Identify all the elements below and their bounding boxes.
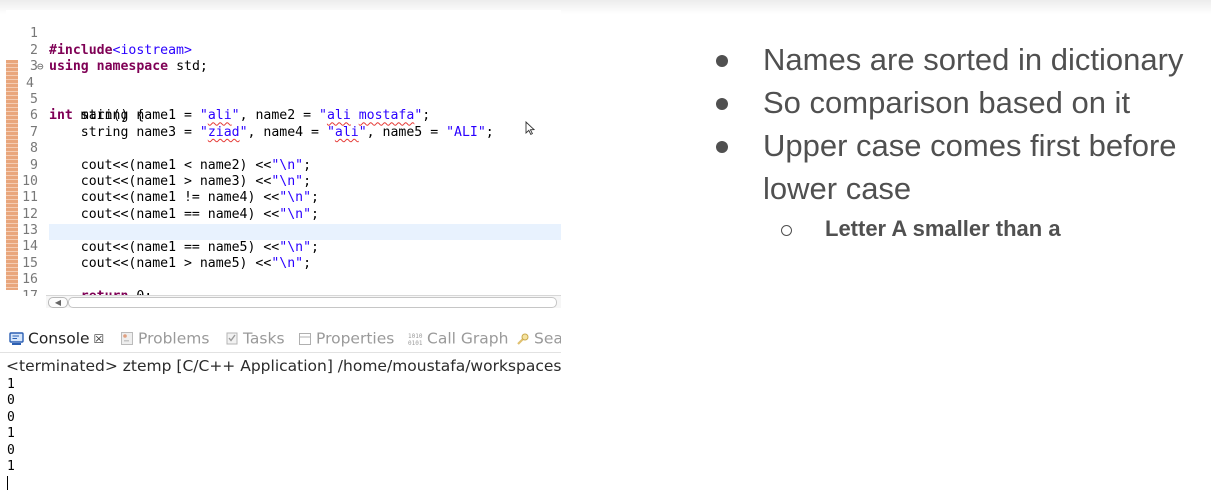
view-tab-bar: Console ☒ Problems Tasks Properties 1010 …: [0, 322, 561, 352]
code-line: 5 string name1 = "ali", name2 = "ali mos…: [6, 76, 561, 123]
output-line: 0: [7, 442, 15, 458]
svg-text:1010: 1010: [408, 333, 423, 340]
bullet-item: So comparison based on it: [700, 81, 1210, 124]
output-line: 0: [7, 393, 15, 409]
code-line: 11 cout<<(name1 == name4) <<"\n";: [6, 174, 561, 221]
tasks-icon: [226, 332, 238, 345]
tab-search[interactable]: Sea: [516, 327, 561, 349]
code-line: 16 return 0;: [6, 256, 561, 296]
properties-icon: [299, 332, 311, 345]
tab-label: Tasks: [243, 329, 285, 348]
code-line: 10 cout<<(name1 != name4) <<"\n";: [6, 158, 561, 205]
code-line: 15: [6, 239, 561, 271]
output-line: 1: [7, 458, 15, 474]
svg-text:0101: 0101: [408, 340, 423, 346]
tab-label: Problems: [138, 329, 210, 348]
tab-console[interactable]: Console ☒: [9, 327, 104, 349]
line-number: 17: [18, 289, 38, 296]
scrollbar-thumb[interactable]: [68, 297, 557, 308]
bullet-item: Names are sorted in dictionary: [700, 38, 1210, 81]
code-lines: 1 #include<iostream> 2 using namespace s…: [6, 10, 561, 296]
code-line: 7: [6, 108, 561, 140]
console-icon: [9, 331, 24, 345]
horizontal-scrollbar[interactable]: ◀: [46, 295, 561, 308]
tab-label: Properties: [316, 329, 395, 348]
bullet-ring-icon: [781, 225, 792, 236]
bullet-item: Upper case comes first before lower case: [700, 124, 1210, 210]
code-line: 8 cout<<(name1 < name2) <<"\n";: [6, 125, 561, 172]
tab-problems[interactable]: Problems: [120, 327, 209, 349]
code-line: 6 string name3 = "ziad", name4 = "ali", …: [6, 92, 561, 139]
console-output[interactable]: 1 0 0 1 0 1: [7, 377, 15, 475]
sub-bullet-item: Letter A smaller than a: [781, 212, 1210, 246]
close-icon[interactable]: ☒: [94, 332, 105, 346]
mouse-pointer-icon: [525, 121, 535, 135]
bullet-text: Upper case comes first before lower case: [763, 128, 1177, 206]
code-editor[interactable]: 1 #include<iostream> 2 using namespace s…: [6, 10, 561, 296]
code-line: 17 }: [6, 272, 561, 296]
bullet-dot-icon: [716, 141, 728, 153]
tab-label: Call Graph: [427, 329, 509, 348]
fold-collapse-icon[interactable]: ⊖: [37, 59, 44, 75]
slide-notes: Names are sorted in dictionary So compar…: [700, 38, 1210, 246]
tab-label: Sea: [534, 329, 561, 348]
output-line: 1: [7, 426, 15, 442]
code-line-current: 14 cout<<(name1 > name5) <<"\n";: [6, 223, 561, 270]
tab-call-graph[interactable]: 1010 0101 Call Graph: [408, 327, 508, 349]
code-line: 2 using namespace std;: [6, 26, 561, 74]
text-caret: [7, 476, 8, 490]
code-line: 12: [6, 190, 561, 222]
code-line: 13 cout<<(name1 == name5) <<"\n";: [6, 207, 561, 254]
problems-icon: [121, 332, 133, 345]
code-line: 9 cout<<(name1 > name3) <<"\n";: [6, 141, 561, 189]
tab-label: Console: [28, 329, 90, 348]
bullet-dot-icon: [716, 55, 728, 67]
tab-tasks[interactable]: Tasks: [225, 327, 285, 349]
sub-bullet-text: Letter A smaller than a: [825, 216, 1061, 241]
code-line: 1 #include<iostream>: [6, 10, 561, 57]
call-graph-icon: 1010 0101: [408, 333, 423, 346]
scroll-left-icon[interactable]: ◀: [48, 297, 68, 308]
console-status-line: <terminated> ztemp [C/C++ Application] /…: [6, 357, 561, 375]
divider: [0, 352, 561, 353]
search-flashlight-icon: [517, 333, 529, 345]
code-line: 4 ⊖ int main() {: [6, 59, 561, 123]
output-line: 1: [7, 377, 15, 392]
code-line: 3: [6, 43, 561, 74]
output-line: 0: [7, 409, 15, 425]
tab-properties[interactable]: Properties: [298, 327, 394, 349]
bullet-text: So comparison based on it: [763, 85, 1131, 120]
bullet-text: Names are sorted in dictionary: [763, 42, 1184, 77]
bullet-dot-icon: [716, 98, 728, 110]
